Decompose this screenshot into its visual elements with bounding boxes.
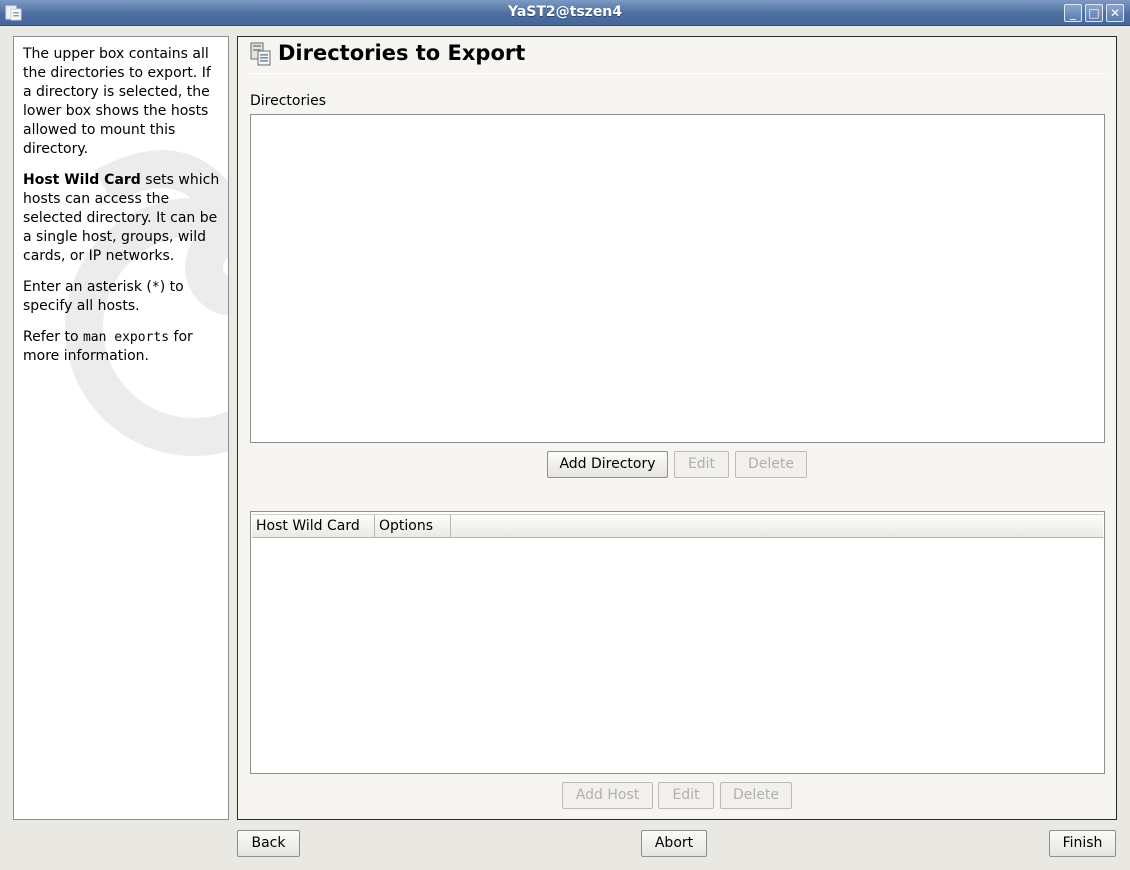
help-code: man exports [82, 330, 170, 345]
help-paragraph: The upper box contains all the directori… [23, 45, 223, 159]
add-directory-button[interactable]: Add Directory [547, 451, 668, 478]
help-text-span: Refer to [23, 329, 83, 345]
main-panel: Directories to Export Directories Add Di… [237, 36, 1117, 820]
delete-host-button[interactable]: Delete [720, 782, 792, 809]
help-text-span: Enter an asterisk ( [23, 279, 152, 295]
maximize-button[interactable]: □ [1085, 4, 1103, 22]
directories-list[interactable] [250, 114, 1105, 443]
nfs-server-icon [250, 42, 271, 66]
close-button[interactable]: ✕ [1106, 4, 1124, 22]
edit-directory-button[interactable]: Edit [674, 451, 729, 478]
help-paragraph: Refer to man exports for more informatio… [23, 328, 223, 366]
help-paragraph: Enter an asterisk (*) to specify all hos… [23, 278, 223, 316]
hosts-table[interactable]: Host Wild Card Options [250, 511, 1105, 774]
help-bold-term: Host Wild Card [23, 172, 141, 188]
abort-button[interactable]: Abort [641, 830, 707, 857]
help-paragraph: Host Wild Card sets which hosts can acce… [23, 171, 223, 266]
page-title: Directories to Export [278, 41, 526, 65]
help-text-span: The upper box contains all the directori… [23, 46, 211, 157]
add-host-button[interactable]: Add Host [562, 782, 653, 809]
hosts-table-header: Host Wild Card Options [252, 514, 1103, 538]
help-code: * [151, 280, 160, 295]
help-text: The upper box contains all the directori… [23, 45, 223, 378]
window-title: YaST2@tszen4 [507, 4, 623, 20]
edit-host-button[interactable]: Edit [658, 782, 714, 809]
column-header-options[interactable]: Options [375, 515, 451, 538]
directories-label: Directories [250, 93, 327, 109]
window-titlebar[interactable]: YaST2@tszen4 _ □ ✕ [0, 0, 1130, 26]
column-header-host-wild-card[interactable]: Host Wild Card [252, 515, 375, 538]
minimize-button[interactable]: _ [1064, 4, 1082, 22]
finish-button[interactable]: Finish [1049, 830, 1116, 857]
back-button[interactable]: Back [237, 830, 300, 857]
delete-directory-button[interactable]: Delete [735, 451, 807, 478]
help-panel[interactable]: The upper box contains all the directori… [13, 36, 229, 820]
heading-divider [249, 73, 1106, 74]
